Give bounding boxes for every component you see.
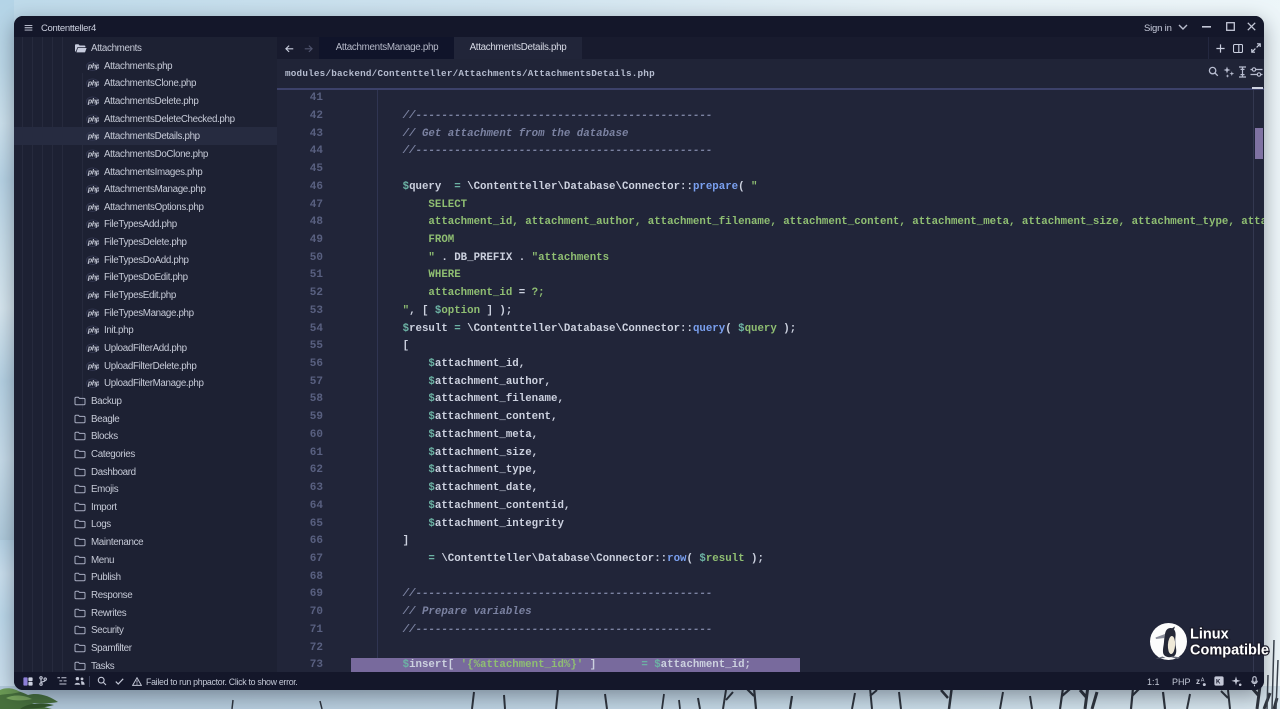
svg-text:php: php	[87, 151, 99, 158]
svg-text:php: php	[87, 222, 99, 229]
svg-text:A: A	[1201, 678, 1205, 684]
svg-text:php: php	[87, 169, 99, 176]
svg-text:php: php	[87, 134, 99, 141]
svg-text:php: php	[87, 363, 99, 370]
svg-text:php: php	[87, 204, 99, 211]
svg-text:K: K	[1216, 680, 1221, 686]
svg-text:php: php	[87, 328, 99, 335]
svg-text:php: php	[87, 310, 99, 317]
svg-text:php: php	[87, 345, 99, 352]
svg-text:php: php	[87, 292, 99, 299]
svg-text:Linux: Linux	[1190, 627, 1229, 643]
svg-text:php: php	[87, 116, 99, 123]
svg-text:php: php	[87, 275, 99, 282]
svg-text:php: php	[87, 98, 99, 105]
svg-text:Compatible: Compatible	[1190, 643, 1269, 659]
svg-text:php: php	[87, 186, 99, 193]
svg-text:z: z	[1196, 677, 1200, 686]
svg-text:php: php	[87, 381, 99, 388]
svg-text:php: php	[87, 239, 99, 246]
svg-text:php: php	[87, 81, 99, 88]
svg-text:php: php	[87, 63, 99, 70]
svg-text:php: php	[87, 257, 99, 264]
